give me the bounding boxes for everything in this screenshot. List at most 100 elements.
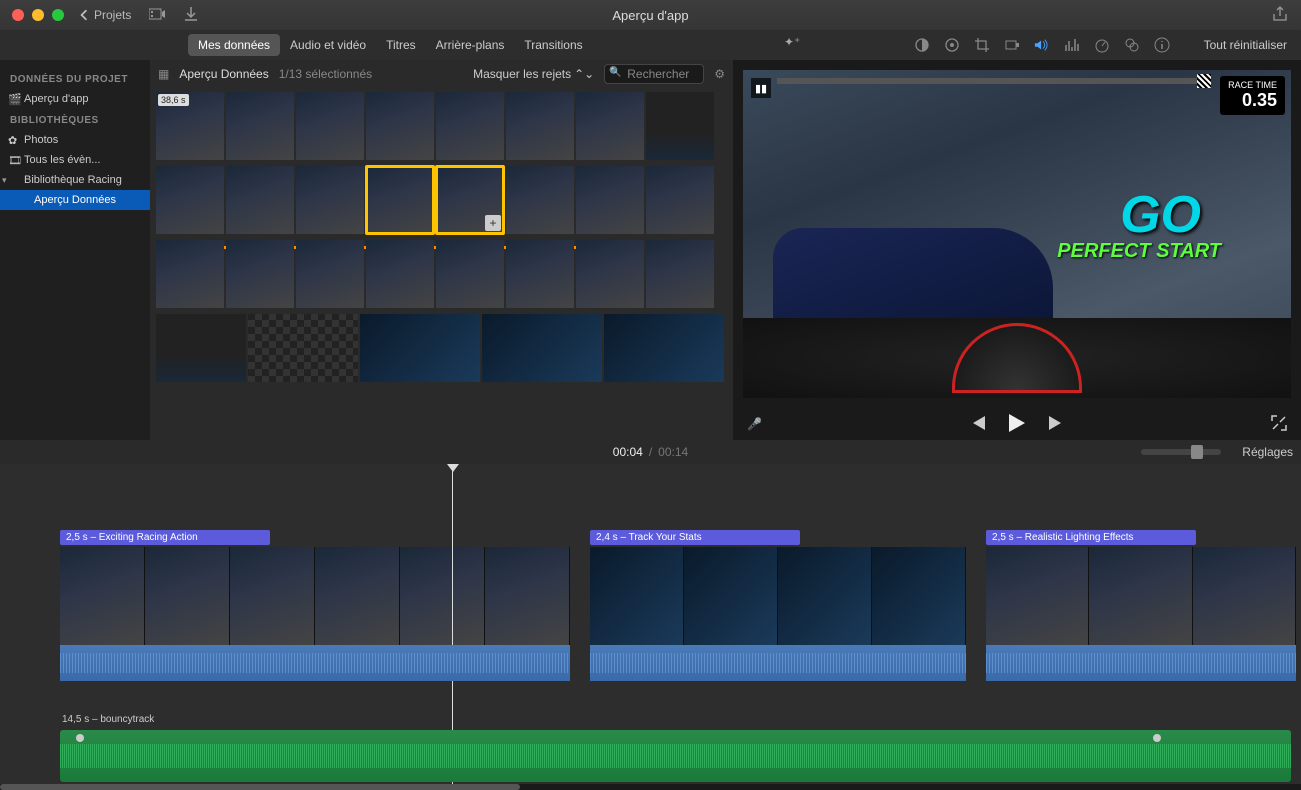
transport-controls: 🎤 — [733, 408, 1301, 440]
clip-thumb[interactable]: 38,6 s — [156, 92, 224, 160]
clip-thumb[interactable] — [226, 166, 294, 234]
voiceover-mic-icon[interactable]: 🎤 — [747, 417, 762, 431]
tab-audio-video[interactable]: Audio et vidéo — [280, 34, 376, 56]
timeline-clip-3[interactable]: 2,5 s – Realistic Lighting Effects — [986, 530, 1296, 681]
clip-thumb-selected[interactable]: + — [436, 166, 504, 234]
zoom-window[interactable] — [52, 9, 64, 21]
library-import-icon[interactable] — [149, 7, 167, 24]
crop-icon[interactable] — [974, 37, 990, 53]
clip-title-bar[interactable]: 2,5 s – Realistic Lighting Effects — [986, 530, 1196, 545]
sidebar-item-racing-library[interactable]: Bibliothèque Racing — [0, 170, 150, 190]
clip-thumb[interactable] — [506, 166, 574, 234]
speed-icon[interactable] — [1094, 37, 1110, 53]
magic-wand-icon[interactable]: ✦⁺ — [784, 35, 800, 49]
total-time: 00:14 — [658, 445, 688, 459]
clip-thumbnails[interactable]: 38,6 s + — [150, 88, 733, 440]
tab-titles[interactable]: Titres — [376, 34, 426, 56]
clip-thumb[interactable] — [436, 92, 504, 160]
clip-thumb[interactable] — [156, 240, 224, 308]
go-text: GO — [1120, 185, 1201, 245]
fullscreen-icon[interactable] — [1271, 415, 1287, 434]
clip-thumb[interactable] — [366, 92, 434, 160]
media-toolbar: Mes données Audio et vidéo Titres Arrièr… — [0, 30, 1301, 60]
clip-thumb[interactable] — [646, 240, 714, 308]
preview-viewer[interactable]: ▮▮ RACE TIME 0.35 GO PERFECT START — [743, 70, 1291, 398]
tab-backgrounds[interactable]: Arrière-plans — [426, 34, 515, 56]
clip-thumb[interactable] — [296, 166, 364, 234]
media-tabs: Mes données Audio et vidéo Titres Arrièr… — [188, 34, 593, 56]
clip-thumb[interactable] — [604, 314, 724, 382]
clip-thumb[interactable] — [576, 240, 644, 308]
clip-audio-track[interactable] — [590, 645, 966, 681]
minimize-window[interactable] — [32, 9, 44, 21]
grid-view-icon[interactable]: ▦ — [158, 67, 169, 81]
clip-thumb[interactable] — [576, 92, 644, 160]
clip-video-track[interactable] — [60, 547, 570, 645]
sidebar-item-apercu-donnees[interactable]: Aperçu Données — [0, 190, 150, 210]
add-icon[interactable]: + — [485, 215, 501, 231]
search-input[interactable]: Rechercher — [604, 64, 704, 84]
keyframe-dot[interactable] — [1153, 734, 1161, 742]
back-projects-button[interactable]: Projets — [78, 8, 131, 22]
effects-icon[interactable] — [1124, 37, 1140, 53]
sidebar-item-app-preview[interactable]: 🎬 Aperçu d'app — [0, 89, 150, 109]
play-button[interactable] — [1009, 414, 1025, 435]
info-icon[interactable] — [1154, 37, 1170, 53]
clip-thumb[interactable] — [248, 314, 358, 382]
download-icon[interactable] — [185, 7, 197, 24]
equalizer-icon[interactable] — [1064, 37, 1080, 53]
color-balance-icon[interactable] — [914, 37, 930, 53]
stabilize-icon[interactable] — [1004, 37, 1020, 53]
music-track[interactable]: 14,5 s – bouncytrack — [60, 730, 1291, 782]
clip-thumb[interactable] — [226, 92, 294, 160]
clip-thumb[interactable] — [156, 314, 246, 382]
prev-button[interactable] — [969, 416, 987, 433]
clip-thumb[interactable] — [482, 314, 602, 382]
clip-title-bar[interactable]: 2,5 s – Exciting Racing Action — [60, 530, 270, 545]
timeline-settings-button[interactable]: Réglages — [1242, 445, 1293, 459]
close-window[interactable] — [12, 9, 24, 21]
color-wheel-icon[interactable] — [944, 37, 960, 53]
sidebar-item-all-events[interactable]: 🎞 Tous les évèn... — [0, 150, 150, 170]
clip-thumb[interactable] — [436, 240, 504, 308]
sidebar-item-photos[interactable]: ✿ Photos — [0, 130, 150, 150]
horizontal-scrollbar[interactable] — [0, 784, 1301, 790]
keyframe-dot[interactable] — [76, 734, 84, 742]
selection-count: 1/13 sélectionnés — [279, 67, 372, 81]
reset-all-button[interactable]: Tout réinitialiser — [1204, 38, 1287, 52]
clip-thumb[interactable] — [360, 314, 480, 382]
clip-thumb[interactable] — [296, 92, 364, 160]
clip-video-track[interactable] — [986, 547, 1296, 645]
clip-thumb[interactable] — [646, 166, 714, 234]
clip-audio-track[interactable] — [986, 645, 1296, 681]
clip-thumb-selected[interactable] — [366, 166, 434, 234]
tab-my-data[interactable]: Mes données — [188, 34, 280, 56]
next-button[interactable] — [1047, 416, 1065, 433]
volume-icon[interactable] — [1034, 37, 1050, 53]
clip-video-track[interactable] — [590, 547, 966, 645]
clip-thumb[interactable] — [506, 92, 574, 160]
clip-thumb[interactable] — [156, 166, 224, 234]
timeline[interactable]: 2,5 s – Exciting Racing Action 2,4 s – T… — [0, 464, 1301, 790]
clip-title-bar[interactable]: 2,4 s – Track Your Stats — [590, 530, 800, 545]
hide-rejected-dropdown[interactable]: Masquer les rejets⌃⌄ — [473, 67, 594, 81]
clip-thumb[interactable] — [226, 240, 294, 308]
sidebar: DONNÉES DU PROJET 🎬 Aperçu d'app BIBLIOT… — [0, 60, 150, 440]
timeline-clip-2[interactable]: 2,4 s – Track Your Stats — [590, 530, 966, 681]
duration-badge: 38,6 s — [158, 94, 189, 106]
timeline-clip-1[interactable]: 2,5 s – Exciting Racing Action — [60, 530, 570, 681]
race-time-value: 0.35 — [1228, 90, 1277, 111]
clip-thumb[interactable] — [506, 240, 574, 308]
clip-thumb[interactable] — [366, 240, 434, 308]
gear-icon[interactable]: ⚙ — [714, 67, 725, 81]
zoom-slider[interactable] — [1141, 449, 1221, 455]
clip-thumb[interactable] — [646, 92, 714, 160]
clip-thumb[interactable] — [296, 240, 364, 308]
time-sep: / — [649, 445, 652, 459]
pause-overlay-icon[interactable]: ▮▮ — [751, 78, 771, 98]
race-hud: RACE TIME 0.35 — [1220, 76, 1285, 115]
tab-transitions[interactable]: Transitions — [514, 34, 592, 56]
clip-audio-track[interactable] — [60, 645, 570, 681]
clip-thumb[interactable] — [576, 166, 644, 234]
share-icon[interactable] — [1273, 6, 1287, 25]
